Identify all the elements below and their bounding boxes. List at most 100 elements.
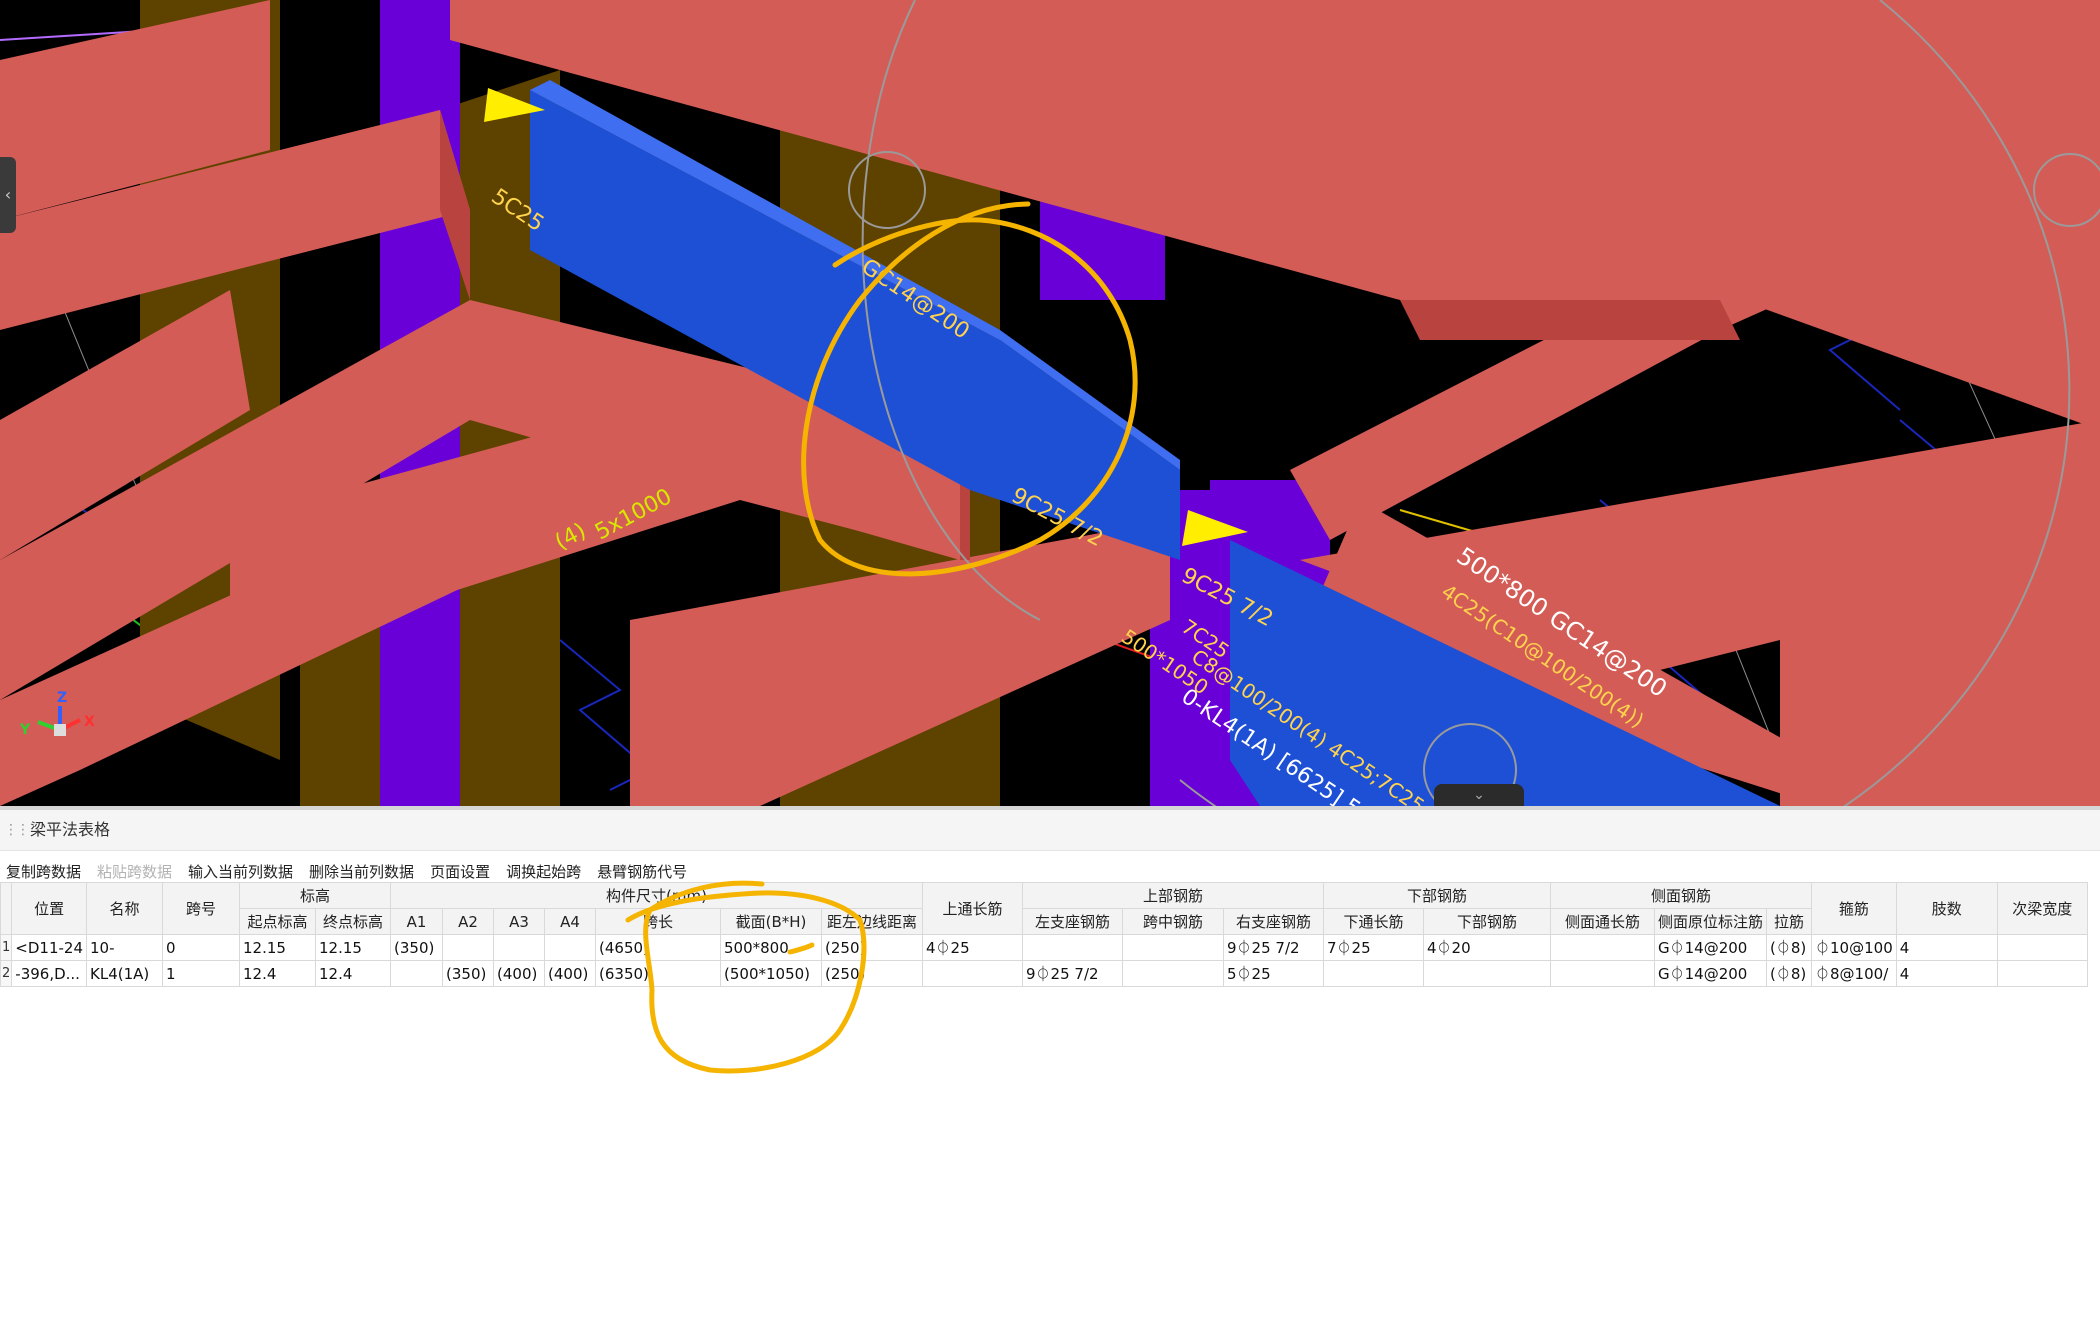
cell-name[interactable]: 10- xyxy=(86,934,163,961)
cell-end-elev[interactable]: 12.4 xyxy=(315,960,391,987)
cell-side-through[interactable] xyxy=(1550,934,1655,961)
axis-z-label: Z xyxy=(57,690,67,706)
cell-a1[interactable] xyxy=(390,960,443,987)
cell-dist-left[interactable]: (250) xyxy=(821,960,923,987)
cell-mid-span[interactable] xyxy=(1122,960,1224,987)
cell-start-elev[interactable]: 12.4 xyxy=(239,960,316,987)
cell-span-length[interactable]: (4650) xyxy=(595,934,721,961)
cell-start-elev[interactable]: 12.15 xyxy=(239,934,316,961)
group-bottom-rebar: 下部钢筋 xyxy=(1323,882,1551,909)
cell-tie[interactable]: (⏀8) xyxy=(1766,960,1813,987)
copy-span-button[interactable]: 复制跨数据 xyxy=(6,861,81,882)
cell-dist-left[interactable]: (250) xyxy=(821,934,923,961)
cantilever-code-button[interactable]: 悬臂钢筋代号 xyxy=(597,861,687,882)
cell-top-through[interactable]: 4⏀25 xyxy=(922,934,1023,961)
cell-section[interactable]: 500*800 xyxy=(720,934,822,961)
col-sub-width[interactable]: 次梁宽度 xyxy=(1996,882,2088,935)
rownum-header xyxy=(0,882,13,935)
group-top-rebar: 上部钢筋 xyxy=(1022,882,1324,909)
cell-stirrup[interactable]: ⏀10@100 xyxy=(1811,934,1897,961)
panel-title-bar[interactable]: ⋮⋮ 梁平法表格 xyxy=(0,810,2100,851)
cell-legs[interactable]: 4 xyxy=(1895,960,1998,987)
col-position[interactable]: 位置 xyxy=(11,882,87,935)
cell-position[interactable]: -396,D... xyxy=(11,960,87,987)
col-top-through[interactable]: 上通长筋 xyxy=(922,882,1023,935)
cell-side-through[interactable] xyxy=(1550,960,1655,987)
axis-x-label: X xyxy=(84,714,95,730)
col-right-support[interactable]: 右支座钢筋 xyxy=(1223,908,1324,935)
col-end-elev[interactable]: 终点标高 xyxy=(315,908,391,935)
cell-tie[interactable]: (⏀8) xyxy=(1766,934,1813,961)
cell-bottom-rebar[interactable] xyxy=(1423,960,1551,987)
panel-title: 梁平法表格 xyxy=(30,820,111,839)
col-tie[interactable]: 拉筋 xyxy=(1766,908,1813,935)
cell-a2[interactable] xyxy=(442,934,494,961)
cell-a1[interactable]: (350) xyxy=(390,934,443,961)
cell-a4[interactable] xyxy=(544,934,596,961)
col-bottom-rebar[interactable]: 下部钢筋 xyxy=(1423,908,1551,935)
page-setup-button[interactable]: 页面设置 xyxy=(430,861,490,882)
cell-span-length[interactable]: (6350) xyxy=(595,960,721,987)
group-dims: 构件尺寸(mm) xyxy=(390,882,923,909)
cell-a3[interactable]: (400) xyxy=(493,960,545,987)
paste-span-button[interactable]: 粘贴跨数据 xyxy=(97,861,172,882)
cell-left-support[interactable]: 9⏀25 7/2 xyxy=(1022,960,1123,987)
col-a1[interactable]: A1 xyxy=(390,908,443,935)
cell-top-through[interactable] xyxy=(922,960,1023,987)
swap-start-span-button[interactable]: 调换起始跨 xyxy=(506,861,581,882)
col-section[interactable]: 截面(B*H) xyxy=(720,908,822,935)
col-dist-left[interactable]: 距左边线距离 xyxy=(821,908,923,935)
cell-name[interactable]: KL4(1A) xyxy=(86,960,163,987)
col-side-origin[interactable]: 侧面原位标注筋 xyxy=(1653,908,1768,935)
cell-right-support[interactable]: 9⏀25 7/2 xyxy=(1223,934,1324,961)
table-column-header: 起点标高 终点标高 A1 A2 A3 A4 跨长 截面(B*H) 距左边线距离 … xyxy=(1,908,2088,935)
col-left-support[interactable]: 左支座钢筋 xyxy=(1022,908,1123,935)
table-row[interactable]: 1 <D11-24 10- 0 12.15 12.15 (350) (4650)… xyxy=(0,934,2088,961)
cell-end-elev[interactable]: 12.15 xyxy=(315,934,391,961)
axis-y-label: Y xyxy=(19,722,31,738)
cell-sub-width[interactable] xyxy=(1996,934,2088,961)
side-panel-toggle[interactable]: ‹ xyxy=(0,157,16,233)
cell-section[interactable]: (500*1050) xyxy=(720,960,822,987)
delete-column-button[interactable]: 删除当前列数据 xyxy=(309,861,414,882)
group-side-rebar: 侧面钢筋 xyxy=(1549,882,1813,909)
cell-right-support[interactable]: 5⏀25 xyxy=(1223,960,1324,987)
row-number: 1 xyxy=(0,934,13,961)
cell-side-origin[interactable]: G⏀14@200 xyxy=(1653,960,1768,987)
col-name[interactable]: 名称 xyxy=(86,882,163,935)
cell-mid-span[interactable] xyxy=(1122,934,1224,961)
cell-position[interactable]: <D11-24 xyxy=(11,934,87,961)
col-span-length[interactable]: 跨长 xyxy=(595,908,721,935)
cell-a4[interactable]: (400) xyxy=(544,960,596,987)
table-group-header: 位置 名称 跨号 标高 构件尺寸(mm) 上通长筋 上部钢筋 下部钢筋 侧面钢筋… xyxy=(0,882,2088,935)
cell-bottom-through[interactable]: 7⏀25 xyxy=(1323,934,1424,961)
table-row[interactable]: 2 -396,D... KL4(1A) 1 12.4 12.4 (350) (4… xyxy=(0,960,2088,987)
collapse-panel-toggle[interactable]: ⌄ xyxy=(1434,784,1524,806)
cell-bottom-through[interactable] xyxy=(1323,960,1424,987)
input-column-button[interactable]: 输入当前列数据 xyxy=(188,861,293,882)
cell-left-support[interactable] xyxy=(1022,934,1123,961)
cell-span[interactable]: 1 xyxy=(162,960,240,987)
cell-bottom-rebar[interactable]: 4⏀20 xyxy=(1423,934,1551,961)
beam-table: 位置 名称 跨号 标高 构件尺寸(mm) 上通长筋 上部钢筋 下部钢筋 侧面钢筋… xyxy=(0,882,2088,987)
col-legs[interactable]: 肢数 xyxy=(1895,882,1998,935)
cell-a2[interactable]: (350) xyxy=(442,960,494,987)
cell-span[interactable]: 0 xyxy=(162,934,240,961)
model-canvas[interactable]: 5C25 GC14@200 9C25 7/2 9C25 7/2 (4) 5x10… xyxy=(0,0,2100,806)
col-a3[interactable]: A3 xyxy=(493,908,545,935)
3d-viewport[interactable]: 5C25 GC14@200 9C25 7/2 9C25 7/2 (4) 5x10… xyxy=(0,0,2100,806)
col-a4[interactable]: A4 xyxy=(544,908,596,935)
cell-sub-width[interactable] xyxy=(1996,960,2088,987)
col-stirrup[interactable]: 箍筋 xyxy=(1811,882,1897,935)
cell-side-origin[interactable]: G⏀14@200 xyxy=(1653,934,1768,961)
col-span[interactable]: 跨号 xyxy=(162,882,240,935)
cell-stirrup[interactable]: ⏀8@100/ xyxy=(1811,960,1897,987)
col-a2[interactable]: A2 xyxy=(442,908,494,935)
col-bottom-through[interactable]: 下通长筋 xyxy=(1323,908,1424,935)
col-start-elev[interactable]: 起点标高 xyxy=(239,908,316,935)
col-side-through[interactable]: 侧面通长筋 xyxy=(1550,908,1655,935)
cell-legs[interactable]: 4 xyxy=(1895,934,1998,961)
col-mid-span[interactable]: 跨中钢筋 xyxy=(1122,908,1224,935)
grip-icon[interactable]: ⋮⋮ xyxy=(4,810,30,850)
cell-a3[interactable] xyxy=(493,934,545,961)
